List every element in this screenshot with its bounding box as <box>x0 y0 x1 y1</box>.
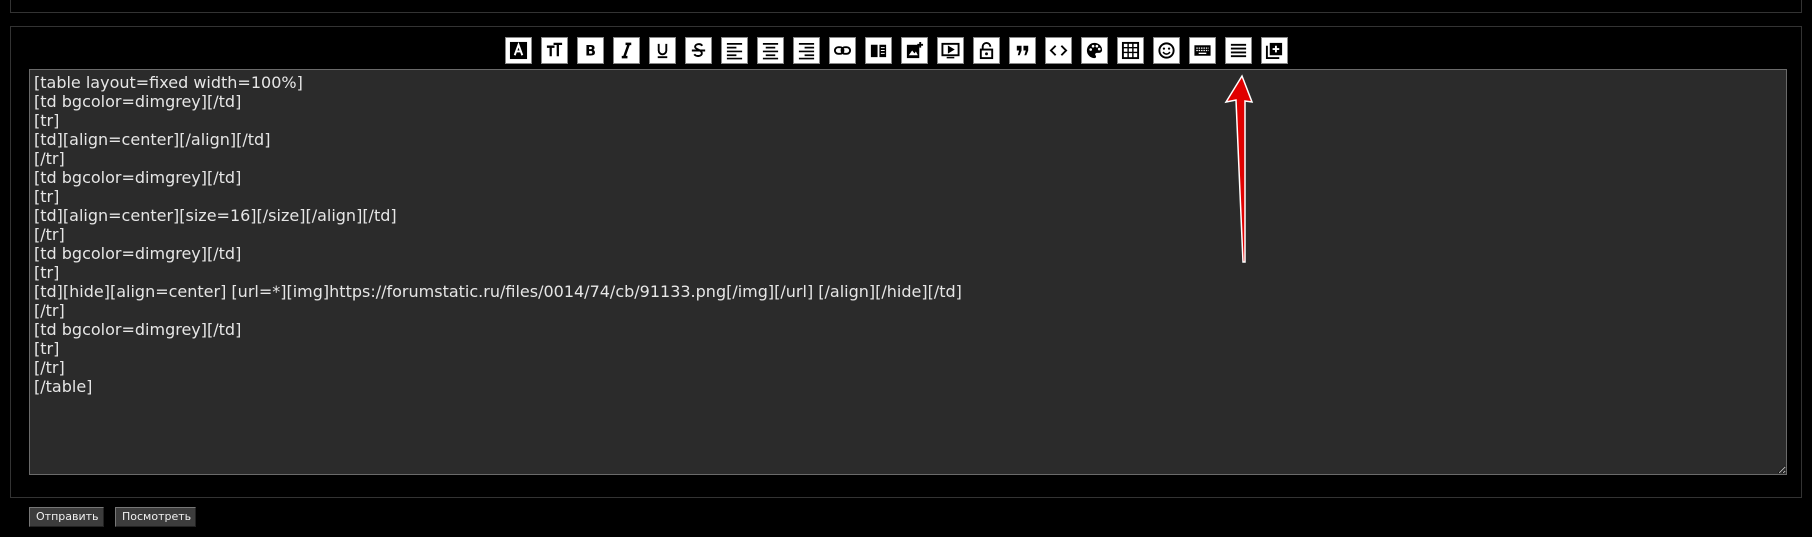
font-size-button[interactable] <box>541 37 568 64</box>
strikethrough-button[interactable] <box>685 37 712 64</box>
add-image-icon <box>906 41 924 59</box>
align-left-icon <box>726 42 743 60</box>
preview-button[interactable]: Посмотреть <box>115 507 196 527</box>
lock-icon <box>979 41 994 60</box>
justify-button[interactable] <box>1225 37 1252 64</box>
code-button[interactable] <box>1045 37 1072 64</box>
font-size-icon <box>546 42 563 57</box>
smile-button[interactable] <box>1153 37 1180 64</box>
video-icon <box>941 42 960 59</box>
link-button[interactable] <box>829 37 856 64</box>
palette-icon <box>1086 42 1103 59</box>
video-button[interactable] <box>937 37 964 64</box>
link-icon <box>833 46 852 55</box>
palette-button[interactable] <box>1081 37 1108 64</box>
smile-icon <box>1158 42 1175 59</box>
justify-icon <box>1230 43 1247 58</box>
keyboard-button[interactable] <box>1189 37 1216 64</box>
book-icon <box>870 44 887 58</box>
align-left-button[interactable] <box>721 37 748 64</box>
italic-button[interactable] <box>613 37 640 64</box>
italic-icon <box>621 42 632 59</box>
table-icon <box>1121 41 1140 60</box>
strikethrough-icon <box>691 43 706 57</box>
quote-icon <box>1016 45 1029 56</box>
font-color-icon <box>509 41 528 60</box>
font-color-button[interactable] <box>505 37 532 64</box>
keyboard-icon <box>1194 45 1211 56</box>
message-textarea[interactable]: [table layout=fixed width=100%] [td bgco… <box>29 69 1787 475</box>
add-box-button[interactable] <box>1261 37 1288 64</box>
add-box-icon <box>1265 42 1283 60</box>
underline-button[interactable] <box>649 37 676 64</box>
code-icon <box>1049 45 1068 56</box>
align-right-icon <box>798 42 815 60</box>
svg-text:B: B <box>585 44 596 60</box>
align-center-icon <box>762 42 779 60</box>
bold-button[interactable]: B <box>577 37 604 64</box>
book-button[interactable] <box>865 37 892 64</box>
align-right-button[interactable] <box>793 37 820 64</box>
lock-button[interactable] <box>973 37 1000 64</box>
top-panel <box>10 0 1802 13</box>
quote-button[interactable] <box>1009 37 1036 64</box>
table-button[interactable] <box>1117 37 1144 64</box>
align-center-button[interactable] <box>757 37 784 64</box>
add-image-button[interactable] <box>901 37 928 64</box>
underline-icon <box>657 43 668 59</box>
bold-icon: B <box>585 44 596 60</box>
editor-toolbar: B <box>505 37 1288 64</box>
submit-button[interactable]: Отправить <box>29 507 104 527</box>
